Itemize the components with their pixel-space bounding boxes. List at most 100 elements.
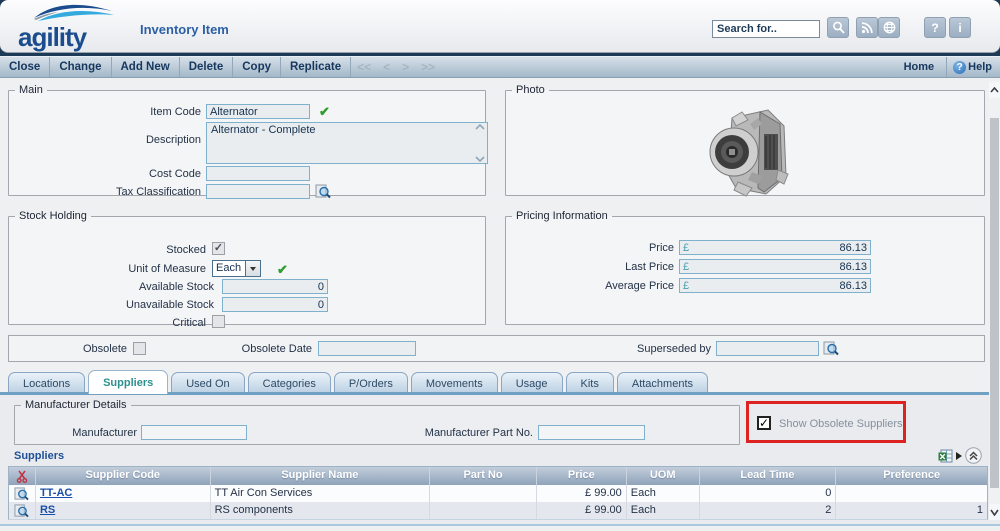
help-circle-icon: ? xyxy=(953,60,967,74)
supplier-code-link[interactable]: RS xyxy=(40,504,55,516)
price-cell: £ 99.00 xyxy=(537,502,627,519)
tab-p-orders[interactable]: P/Orders xyxy=(333,372,408,394)
tab-locations[interactable]: Locations xyxy=(8,372,86,394)
preference-cell: 1 xyxy=(976,504,983,516)
nav-first-button[interactable]: << xyxy=(351,57,377,77)
tab-suppliers[interactable]: Suppliers xyxy=(88,370,169,394)
more-options-icon[interactable] xyxy=(956,451,962,460)
obsolete-checkbox[interactable] xyxy=(133,342,146,355)
superseded-input[interactable] xyxy=(716,341,819,356)
col-part-no[interactable]: Part No xyxy=(430,467,537,485)
cost-code-input[interactable] xyxy=(206,166,310,181)
scroll-down-icon xyxy=(475,156,485,162)
manufacturer-part-no-label: Manufacturer Part No. xyxy=(424,427,533,439)
supplier-code-link[interactable]: TT-AC xyxy=(40,487,72,499)
help-link[interactable]: ? Help xyxy=(946,57,1000,77)
uom-cell: Each xyxy=(627,502,700,519)
stocked-label: Stocked xyxy=(166,244,206,256)
uom-cell: Each xyxy=(627,485,700,502)
grid-toolbar xyxy=(938,447,982,464)
average-price-input[interactable]: £ 86.13 xyxy=(679,278,871,293)
export-excel-icon[interactable] xyxy=(938,449,953,463)
copy-button[interactable]: Copy xyxy=(233,57,281,77)
lookup-icon xyxy=(315,184,331,199)
tab-usage[interactable]: Usage xyxy=(500,372,563,394)
obsolete-bar: Obsolete Obsolete Date Superseded by xyxy=(8,335,985,362)
item-code-input[interactable] xyxy=(206,104,310,119)
supplier-name-cell: TT Air Con Services xyxy=(211,485,431,502)
row-lookup-button[interactable] xyxy=(9,485,36,502)
info-button[interactable]: i xyxy=(949,17,971,38)
nav-prev-button[interactable]: < xyxy=(377,57,396,77)
nav-last-button[interactable]: >> xyxy=(415,57,441,77)
nav-next-button[interactable]: > xyxy=(396,57,415,77)
last-price-input[interactable]: £ 86.13 xyxy=(679,259,871,274)
part-no-cell xyxy=(430,502,537,519)
description-label: Description xyxy=(145,134,201,146)
show-obsolete-suppliers-checkbox[interactable]: ✓ xyxy=(757,416,771,430)
main-legend: Main xyxy=(19,84,43,96)
superseded-lookup-button[interactable] xyxy=(823,341,839,356)
scrollbar-up-button[interactable] xyxy=(989,82,1000,98)
page-scrollbar[interactable] xyxy=(989,82,1000,520)
description-scroll[interactable] xyxy=(474,124,486,162)
delete-button[interactable]: Delete xyxy=(180,57,234,77)
part-no-cell xyxy=(430,485,537,502)
uom-label: Unit of Measure xyxy=(128,263,206,275)
search-button[interactable] xyxy=(827,17,849,38)
description-textarea[interactable]: Alternator - Complete xyxy=(206,122,488,164)
price-input[interactable]: £ 86.13 xyxy=(679,240,871,255)
critical-checkbox[interactable] xyxy=(212,315,225,328)
uom-select[interactable]: Each xyxy=(212,260,262,277)
web-button[interactable] xyxy=(878,17,900,38)
replicate-button[interactable]: Replicate xyxy=(281,57,352,77)
average-price-value: 86.13 xyxy=(839,279,867,292)
col-supplier-code[interactable]: Supplier Code xyxy=(35,467,211,485)
change-button[interactable]: Change xyxy=(50,57,112,77)
tab-movements[interactable]: Movements xyxy=(410,372,498,394)
col-uom[interactable]: UOM xyxy=(626,467,700,485)
add-new-button[interactable]: Add New xyxy=(112,57,180,77)
critical-label: Critical xyxy=(172,317,206,329)
manufacturer-input[interactable] xyxy=(141,425,247,440)
tax-classification-label: Tax Classification xyxy=(116,186,201,198)
tab-categories[interactable]: Categories xyxy=(247,372,331,394)
table-header-row: Supplier Code Supplier Name Part No Pric… xyxy=(9,467,987,485)
row-lookup-button[interactable] xyxy=(9,502,36,519)
stocked-checkbox[interactable] xyxy=(212,242,225,255)
search-input[interactable] xyxy=(712,20,820,38)
table-row[interactable]: TT-AC TT Air Con Services £ 99.00 Each 0 xyxy=(9,485,987,502)
home-button[interactable]: Home xyxy=(892,61,947,73)
close-button[interactable]: Close xyxy=(0,57,51,77)
uom-dropdown-button[interactable] xyxy=(245,261,261,276)
suppliers-heading: Suppliers xyxy=(14,450,65,462)
manufacturer-part-no-input[interactable] xyxy=(538,425,645,440)
available-stock-input[interactable] xyxy=(222,279,328,294)
manufacturer-details-legend: Manufacturer Details xyxy=(25,399,127,411)
scrollbar-down-button[interactable] xyxy=(989,504,1000,520)
tax-classification-input[interactable] xyxy=(206,184,310,199)
col-price[interactable]: Price xyxy=(536,467,627,485)
help-button[interactable]: ? xyxy=(924,17,946,38)
currency-symbol: £ xyxy=(683,260,690,273)
pricing-legend: Pricing Information xyxy=(516,210,608,222)
tab-strip: Locations Suppliers Used On Categories P… xyxy=(8,370,711,394)
collapse-panel-icon[interactable] xyxy=(965,447,982,464)
col-preference[interactable]: Preference xyxy=(836,467,987,485)
tab-attachments[interactable]: Attachments xyxy=(616,372,708,394)
scrollbar-thumb[interactable] xyxy=(990,118,999,488)
rss-button[interactable] xyxy=(856,17,878,38)
tab-kits[interactable]: Kits xyxy=(565,372,614,394)
unavailable-stock-input[interactable] xyxy=(222,297,328,312)
table-row[interactable]: RS RS components £ 99.00 Each 2 1 xyxy=(9,502,987,519)
price-label: Price xyxy=(648,242,674,254)
col-supplier-name[interactable]: Supplier Name xyxy=(210,467,431,485)
tax-lookup-button[interactable] xyxy=(315,184,331,199)
tab-used-on[interactable]: Used On xyxy=(171,372,245,394)
average-price-label: Average Price xyxy=(605,280,674,292)
col-lead-time[interactable]: Lead Time xyxy=(699,467,837,485)
toolbar: Close Change Add New Delete Copy Replica… xyxy=(0,56,1000,78)
obsolete-date-input[interactable] xyxy=(318,341,416,356)
lookup-icon xyxy=(14,503,30,517)
photo-section: Photo xyxy=(505,84,985,197)
